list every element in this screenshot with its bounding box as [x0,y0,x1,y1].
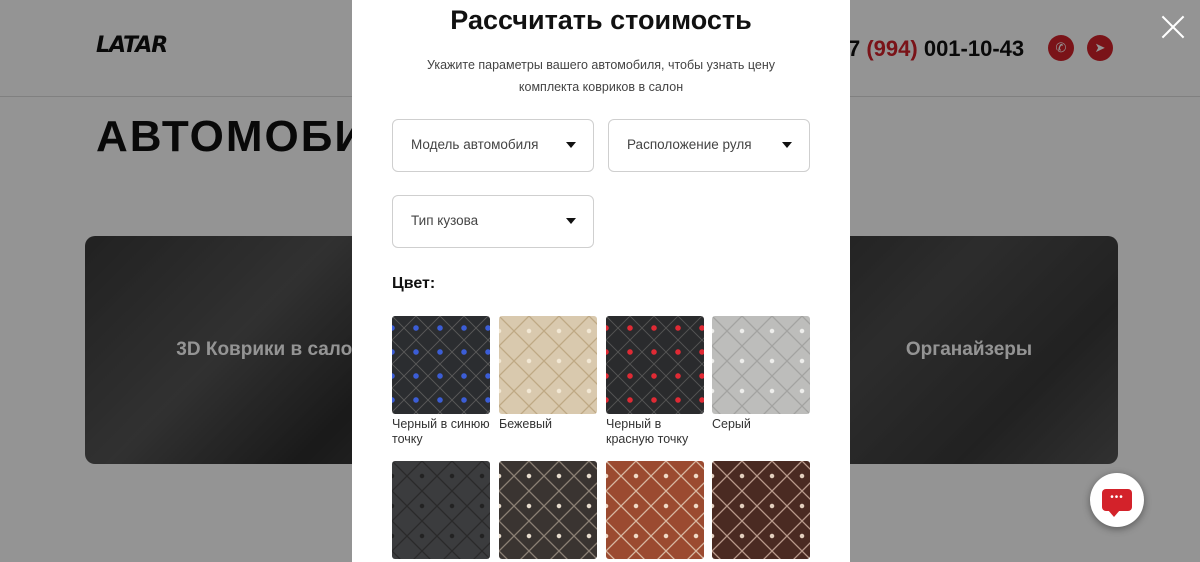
swatch-image [499,461,597,559]
swatch-black-red[interactable]: Черный в красную точку [606,316,704,447]
swatch-black-white[interactable] [499,461,597,562]
swatch-image [606,316,704,414]
swatch-image [499,316,597,414]
modal-subtitle: Укажите параметры вашего автомобиля, что… [426,58,776,94]
swatch-label: Черный в синюю точку [392,417,490,446]
swatch-dark-brown[interactable] [712,461,810,562]
car-model-select-label: Модель автомобиля [411,137,539,152]
swatch-label: Черный в красную точку [606,417,689,446]
chat-button[interactable] [1090,473,1144,527]
swatch-label: Серый [712,417,751,431]
modal-title: Рассчитать стоимость [450,5,752,35]
caret-down-icon [782,142,792,148]
swatch-brown[interactable] [606,461,704,562]
swatch-black-blue[interactable]: Черный в синюю точку [392,316,490,447]
swatch-grey[interactable]: Серый [712,316,810,432]
swatch-label: Бежевый [499,417,552,431]
close-icon[interactable] [1160,14,1186,40]
color-heading: Цвет: [392,275,436,292]
swatch-dark-grey[interactable] [392,461,490,562]
swatch-image [712,316,810,414]
body-type-select[interactable]: Тип кузова [392,195,594,248]
swatch-image [392,461,490,559]
car-model-select[interactable]: Модель автомобиля [392,119,594,172]
body-type-select-label: Тип кузова [411,213,479,228]
swatch-image [712,461,810,559]
swatch-image [606,461,704,559]
swatch-image [392,316,490,414]
caret-down-icon [566,218,576,224]
price-calculator-modal: Рассчитать стоимость Укажите параметры в… [352,0,850,562]
caret-down-icon [566,142,576,148]
steering-position-select[interactable]: Расположение руля [608,119,810,172]
steering-position-select-label: Расположение руля [627,137,752,152]
chat-icon [1102,489,1132,517]
swatch-beige[interactable]: Бежевый [499,316,597,432]
